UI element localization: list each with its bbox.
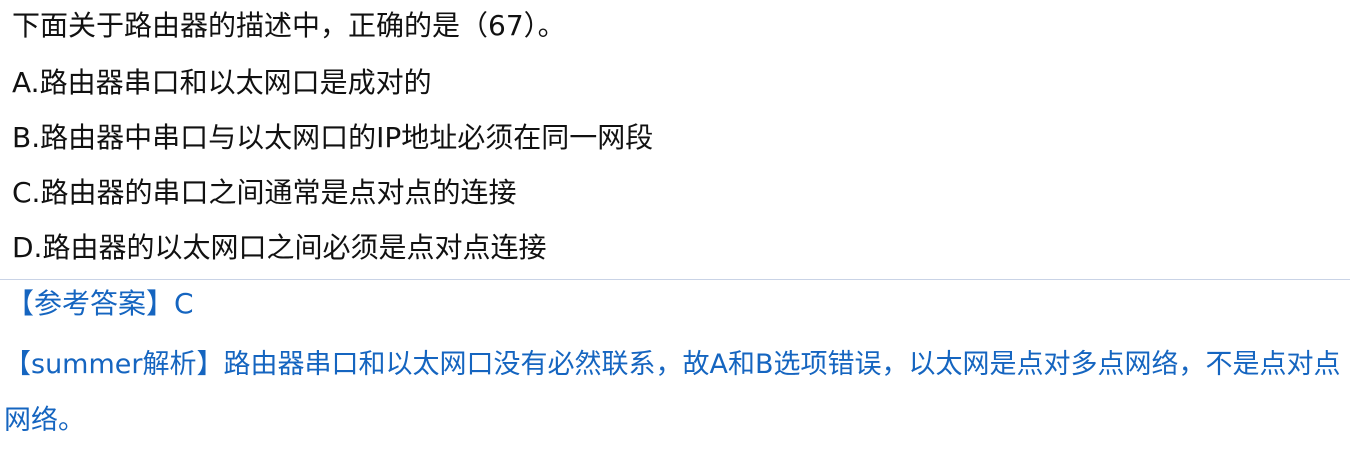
- option-a: A.路由器串口和以太网口是成对的: [12, 66, 432, 99]
- question-block: 下面关于路由器的描述中，正确的是（67）。 A.路由器串口和以太网口是成对的 B…: [0, 0, 1350, 278]
- option-d: D.路由器的以太网口之间必须是点对点连接: [12, 231, 547, 264]
- reference-answer-value: C: [174, 287, 194, 320]
- answer-block: 【参考答案】C 【summer解析】路由器串口和以太网口没有必然联系，故A和B选…: [0, 281, 1350, 436]
- option-b: B.路由器中串口与以太网口的IP地址必须在同一网段: [12, 121, 654, 154]
- question-stem: 下面关于路由器的描述中，正确的是（67）。: [12, 9, 566, 42]
- option-c: C.路由器的串口之间通常是点对点的连接: [12, 176, 517, 209]
- section-divider: [0, 279, 1350, 280]
- analysis: 【summer解析】路由器串口和以太网口没有必然联系，故A和B选项错误，以太网是…: [4, 337, 1348, 449]
- reference-answer-label: 【参考答案】: [6, 287, 175, 320]
- analysis-label: 【summer解析】: [4, 349, 224, 380]
- reference-answer: 【参考答案】C: [6, 284, 194, 324]
